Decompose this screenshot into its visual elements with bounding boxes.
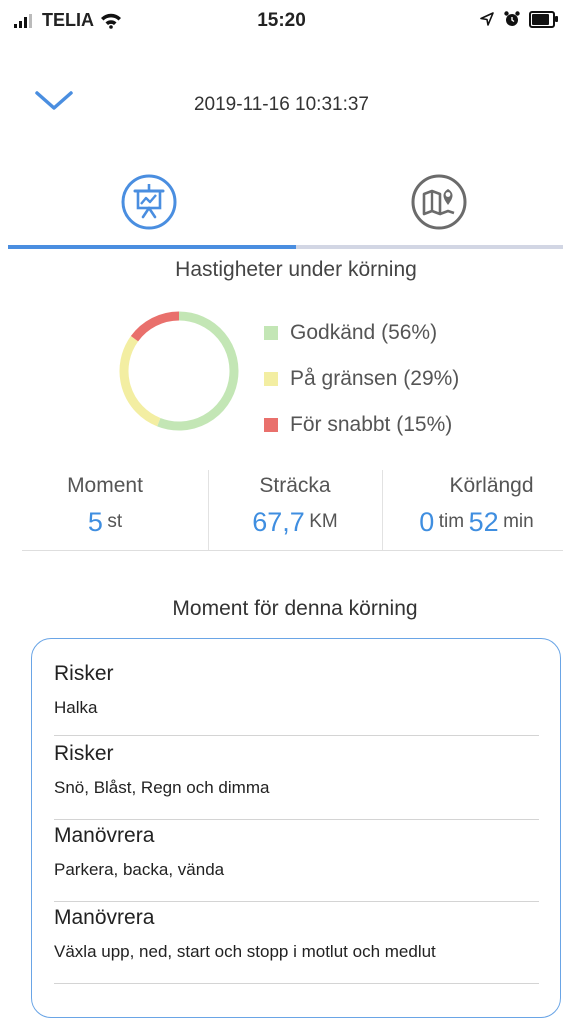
location-arrow-icon	[480, 12, 494, 26]
stat-moment: Moment 5 st	[30, 470, 180, 552]
legend-percent: (29%)	[403, 367, 460, 390]
stat-value: 67,7	[252, 507, 305, 537]
divider	[208, 470, 209, 550]
stat-duration: Körlängd 0 tim 52 min	[390, 470, 563, 552]
list-item[interactable]: Manövrera Parkera, backa, vända	[54, 821, 539, 902]
donut-slice-p-gr-nsen	[119, 336, 161, 427]
legend-label: På gränsen	[290, 367, 398, 390]
moment-title: Manövrera	[54, 824, 155, 847]
tab-indicator-active	[8, 245, 296, 249]
list-item[interactable]: Manövrera Växla upp, ned, start och stop…	[54, 903, 539, 984]
legend-percent: (56%)	[381, 321, 438, 344]
stat-label: Körlängd	[449, 474, 534, 497]
divider	[382, 470, 383, 550]
speed-donut-chart	[119, 311, 239, 431]
stat-distance: Sträcka 67,7 KM	[215, 470, 375, 552]
stat-label: Sträcka	[259, 474, 331, 497]
stat-value: 5	[87, 507, 103, 537]
stat-hours-unit: tim	[438, 511, 465, 532]
legend-swatch	[264, 326, 278, 340]
moment-title: Risker	[54, 662, 114, 685]
status-bar: TELIA 15:20	[0, 0, 563, 40]
stat-minutes-unit: min	[503, 511, 534, 532]
presentation-chart-icon	[121, 174, 177, 230]
legend-label: Godkänd	[290, 321, 376, 344]
status-right	[479, 10, 558, 28]
moment-detail: Halka	[54, 698, 98, 717]
donut-slice-f-r-snabbt	[130, 311, 180, 342]
donut-slice-godk-nd	[157, 311, 239, 431]
tab-statistics[interactable]	[8, 160, 290, 248]
stat-minutes: 52	[468, 507, 499, 537]
alarm-clock-icon	[504, 11, 520, 26]
moment-detail: Parkera, backa, vända	[54, 860, 225, 879]
map-pin-icon	[411, 174, 467, 230]
battery-icon	[529, 10, 558, 28]
moment-title: Manövrera	[54, 906, 155, 929]
chart-legend: Godkänd (56%) På gränsen (29%) För snabb…	[264, 310, 459, 448]
stat-unit: st	[107, 511, 123, 532]
legend-label: För snabbt	[290, 413, 391, 436]
trip-stats: Moment 5 st Sträcka 67,7 KM Körlängd 0 t…	[0, 470, 563, 552]
stat-label: Moment	[67, 474, 143, 497]
moments-title: Moment för denna körning	[172, 597, 418, 620]
tab-map[interactable]	[298, 160, 563, 248]
legend-swatch	[264, 418, 278, 432]
legend-item-borderline: På gränsen (29%)	[264, 356, 459, 402]
chart-title: Hastigheter under körning	[175, 258, 417, 281]
moment-detail: Snö, Blåst, Regn och dimma	[54, 778, 270, 797]
moment-detail: Växla upp, ned, start och stopp i motlut…	[54, 942, 436, 961]
legend-percent: (15%)	[396, 413, 453, 436]
stat-hours: 0	[419, 507, 435, 537]
moment-title: Risker	[54, 742, 114, 765]
list-item[interactable]: Risker Snö, Blåst, Regn och dimma	[54, 739, 539, 820]
stats-divider	[22, 550, 563, 551]
list-item[interactable]: Risker Halka	[54, 659, 539, 736]
stat-unit: KM	[309, 511, 338, 532]
legend-swatch	[264, 372, 278, 386]
legend-item-approved: Godkänd (56%)	[264, 310, 459, 356]
trip-datetime: 2019-11-16 10:31:37	[193, 94, 370, 115]
legend-item-too-fast: För snabbt (15%)	[264, 402, 459, 448]
moments-card: Risker Halka Risker Snö, Blåst, Regn och…	[31, 638, 561, 1018]
